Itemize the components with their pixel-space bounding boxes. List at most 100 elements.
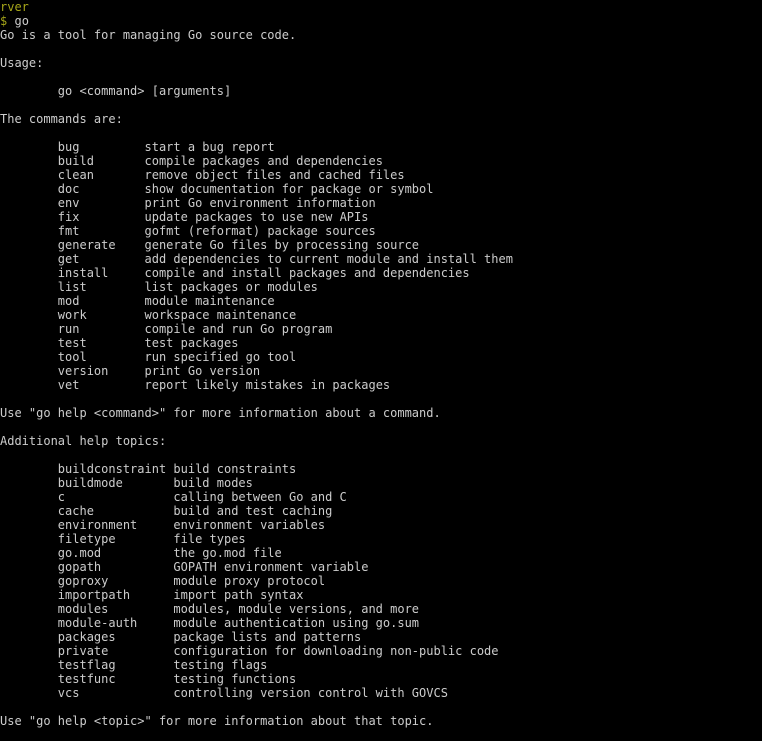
command-row-description: report likely mistakes in packages [144, 378, 391, 392]
command-row: build compile packages and dependencies [0, 154, 762, 168]
command-row-description: compile and install packages and depende… [144, 266, 470, 280]
command-row-description: compile packages and dependencies [144, 154, 383, 168]
topic-row-description: module proxy protocol [173, 574, 326, 588]
usage-line: go <command> [arguments] [0, 84, 762, 98]
command-row-name: test [0, 336, 145, 350]
command-row-name: fmt [0, 224, 145, 238]
command-row-description: gofmt (reformat) package sources [144, 224, 376, 238]
hostname-fragment-text: rver [0, 0, 29, 14]
topic-row-name: gopath [0, 560, 174, 574]
command-row-name: list [0, 280, 145, 294]
command-row: bug start a bug report [0, 140, 762, 154]
command-row: run compile and run Go program [0, 322, 762, 336]
topic-row-name: c [0, 490, 174, 504]
command-row-name: get [0, 252, 145, 266]
command-row: get add dependencies to current module a… [0, 252, 762, 266]
topic-row-description: build modes [173, 476, 253, 490]
topic-row-name: vcs [0, 686, 174, 700]
topic-row-description: file types [173, 532, 246, 546]
command-row-description: remove object files and cached files [144, 168, 405, 182]
usage-heading: Usage: [0, 56, 44, 70]
topic-row: private configuration for downloading no… [0, 644, 762, 658]
topic-row: vcs controlling version control with GOV… [0, 686, 762, 700]
command-help-hint: Use "go help <command>" for more informa… [0, 406, 441, 420]
command-row-description: workspace maintenance [144, 308, 297, 322]
command-row: vet report likely mistakes in packages [0, 378, 762, 392]
topic-row-description: testing flags [173, 658, 268, 672]
command-row: version print Go version [0, 364, 762, 378]
command-row: clean remove object files and cached fil… [0, 168, 762, 182]
prompt-line: $ go [0, 14, 762, 28]
topic-row-description: GOPATH environment variable [173, 560, 369, 574]
topic-row-name: buildmode [0, 476, 174, 490]
command-row-name: work [0, 308, 145, 322]
command-row-description: list packages or modules [144, 280, 318, 294]
topic-row: gopath GOPATH environment variable [0, 560, 762, 574]
topic-row-description: environment variables [173, 518, 326, 532]
command-row-description: module maintenance [144, 294, 275, 308]
command-row: generate generate Go files by processing… [0, 238, 762, 252]
command-row-name: mod [0, 294, 145, 308]
command-row-description: run specified go tool [144, 350, 297, 364]
command-row-description: test packages [144, 336, 239, 350]
commands-list: bug start a bug report build compile pac… [0, 140, 762, 392]
entered-command: go [14, 14, 29, 28]
topic-row-description: configuration for downloading non-public… [173, 644, 499, 658]
topic-row: c calling between Go and C [0, 490, 762, 504]
topic-row-name: importpath [0, 588, 174, 602]
topic-row-name: go.mod [0, 546, 174, 560]
scrollback-hostname-fragment: rver [0, 0, 762, 14]
topic-row-name: buildconstraint [0, 462, 174, 476]
command-row: doc show documentation for package or sy… [0, 182, 762, 196]
topic-row-name: goproxy [0, 574, 174, 588]
topic-row-name: filetype [0, 532, 174, 546]
command-row-description: compile and run Go program [144, 322, 333, 336]
command-row: fix update packages to use new APIs [0, 210, 762, 224]
command-row-name: generate [0, 238, 145, 252]
command-row: fmt gofmt (reformat) package sources [0, 224, 762, 238]
topic-row: module-auth module authentication using … [0, 616, 762, 630]
topic-row-description: calling between Go and C [173, 490, 347, 504]
command-row: mod module maintenance [0, 294, 762, 308]
topic-row-name: modules [0, 602, 174, 616]
topic-row-description: the go.mod file [173, 546, 282, 560]
topic-row-description: module authentication using go.sum [173, 616, 420, 630]
topic-row: cache build and test caching [0, 504, 762, 518]
command-row: work workspace maintenance [0, 308, 762, 322]
topic-row: importpath import path syntax [0, 588, 762, 602]
command-row: install compile and install packages and… [0, 266, 762, 280]
command-row-description: add dependencies to current module and i… [144, 252, 513, 266]
command-row: env print Go environment information [0, 196, 762, 210]
command-row-name: run [0, 322, 145, 336]
topic-row-description: build and test caching [173, 504, 333, 518]
command-row: tool run specified go tool [0, 350, 762, 364]
topic-row-description: build constraints [173, 462, 297, 476]
usage-syntax: go <command> [arguments] [57, 84, 232, 98]
topic-row: testflag testing flags [0, 658, 762, 672]
command-row: test test packages [0, 336, 762, 350]
terminal-window[interactable]: rver $ go Go is a tool for managing Go s… [0, 0, 762, 741]
topic-row-name: private [0, 644, 174, 658]
topic-row: buildmode build modes [0, 476, 762, 490]
topic-row: filetype file types [0, 532, 762, 546]
command-row-name: bug [0, 140, 145, 154]
topic-row-name: cache [0, 504, 174, 518]
topic-row-description: import path syntax [173, 588, 304, 602]
topic-row-description: controlling version control with GOVCS [173, 686, 448, 700]
command-row-name: clean [0, 168, 145, 182]
topic-row-name: environment [0, 518, 174, 532]
usage-indent [0, 84, 58, 98]
command-row-description: show documentation for package or symbol [144, 182, 434, 196]
command-row-description: print Go version [144, 364, 261, 378]
commands-heading: The commands are: [0, 112, 123, 126]
topic-row-description: testing functions [173, 672, 297, 686]
topic-row-name: testfunc [0, 672, 174, 686]
